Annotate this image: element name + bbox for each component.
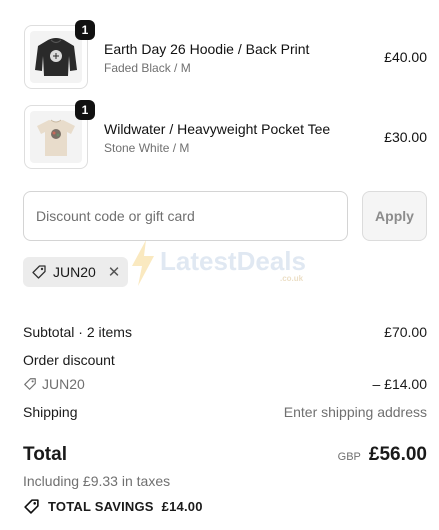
discount-code: JUN20 bbox=[42, 376, 85, 392]
subtotal-label: Subtotal · 2 items bbox=[23, 324, 132, 340]
watermark-subtext: .co.uk bbox=[280, 274, 304, 283]
item-title: Earth Day 26 Hoodie / Back Print bbox=[104, 40, 310, 57]
order-discount-label: Order discount bbox=[23, 352, 115, 368]
line-item: 1 Wildwater / Heavyweight Pocket Tee Sto… bbox=[24, 100, 427, 169]
tshirt-image bbox=[30, 111, 82, 163]
tag-icon bbox=[31, 264, 47, 280]
apply-button[interactable]: Apply bbox=[362, 191, 427, 241]
savings-label: TOTAL SAVINGS bbox=[48, 499, 154, 514]
quantity-badge: 1 bbox=[75, 20, 95, 40]
order-discount-row: Order discount bbox=[23, 352, 427, 368]
shipping-label: Shipping bbox=[23, 404, 78, 420]
subtotal-value: £70.00 bbox=[384, 324, 427, 340]
shipping-row: Shipping Enter shipping address bbox=[23, 404, 427, 420]
tag-icon bbox=[23, 498, 40, 515]
item-price: £30.00 bbox=[384, 129, 427, 145]
item-title: Wildwater / Heavyweight Pocket Tee bbox=[104, 120, 331, 137]
item-price: £40.00 bbox=[384, 49, 427, 65]
quantity-badge: 1 bbox=[75, 100, 95, 120]
currency-code: GBP bbox=[337, 451, 361, 463]
line-item: 1 Earth Day 26 Hoodie / Back Print Faded… bbox=[24, 20, 427, 89]
watermark: LatestDeals .co.uk bbox=[130, 240, 330, 290]
subtotal-row: Subtotal · 2 items £70.00 bbox=[23, 324, 427, 340]
order-summary: 1 Earth Day 26 Hoodie / Back Print Faded… bbox=[0, 0, 439, 530]
discount-value: – £14.00 bbox=[372, 376, 428, 392]
product-thumbnail: 1 bbox=[24, 20, 95, 89]
discount-code-input[interactable] bbox=[23, 191, 348, 241]
taxes-note: Including £9.33 in taxes bbox=[23, 473, 171, 489]
product-thumbnail: 1 bbox=[24, 100, 95, 169]
total-row: Total GBP £56.00 bbox=[23, 444, 427, 466]
item-variant: Stone White / M bbox=[104, 140, 190, 155]
applied-discount-chip: JUN20 ✕ bbox=[23, 257, 129, 287]
savings-value: £14.00 bbox=[161, 499, 203, 514]
remove-discount-icon[interactable]: ✕ bbox=[108, 265, 121, 280]
total-value: £56.00 bbox=[368, 444, 427, 465]
savings-row: TOTAL SAVINGS £14.00 bbox=[23, 498, 427, 515]
applied-discount-code: JUN20 bbox=[53, 264, 96, 280]
lightning-icon bbox=[132, 240, 154, 286]
hoodie-image bbox=[30, 31, 82, 83]
discount-code-row: JUN20 – £14.00 bbox=[23, 376, 427, 392]
tag-icon bbox=[23, 377, 37, 391]
item-variant: Faded Black / M bbox=[104, 60, 191, 75]
watermark-text: LatestDeals bbox=[160, 246, 306, 276]
shipping-value: Enter shipping address bbox=[283, 404, 427, 420]
taxes-row: Including £9.33 in taxes bbox=[23, 473, 427, 489]
total-label: Total bbox=[23, 444, 67, 465]
